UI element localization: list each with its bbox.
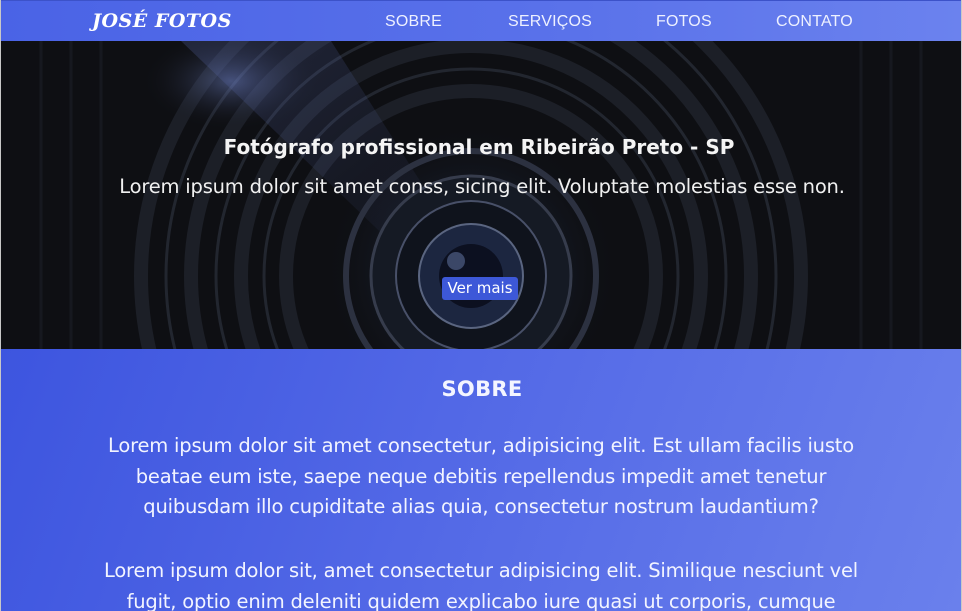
nav-link-servicos[interactable]: SERVIÇOS xyxy=(508,13,592,31)
nav-link-fotos[interactable]: FOTOS xyxy=(656,13,712,31)
sobre-heading: SOBRE xyxy=(441,377,523,401)
ver-mais-button[interactable]: Ver mais xyxy=(442,277,518,300)
sobre-paragraph-1: Lorem ipsum dolor sit amet consectetur, … xyxy=(108,434,854,518)
site-logo[interactable]: JOSÉ FOTOS xyxy=(92,10,232,32)
hero-subtitle: Lorem ipsum dolor sit amet conss, sicing… xyxy=(119,175,845,198)
sobre-paragraph-2: Lorem ipsum dolor sit, amet consectetur … xyxy=(104,559,858,611)
sobre-section: SOBRE Lorem ipsum dolor sit amet consect… xyxy=(1,349,961,611)
nav-link-sobre[interactable]: SOBRE xyxy=(385,13,442,31)
hero-section: Fotógrafo profissional em Ribeirão Preto… xyxy=(1,41,961,349)
page: JOSÉ FOTOS SOBRE SERVIÇOS FOTOS CONTATO xyxy=(0,0,962,611)
navbar: JOSÉ FOTOS SOBRE SERVIÇOS FOTOS CONTATO xyxy=(1,0,961,41)
nav-link-contato[interactable]: CONTATO xyxy=(776,13,853,31)
hero-title: Fotógrafo profissional em Ribeirão Preto… xyxy=(223,135,735,159)
